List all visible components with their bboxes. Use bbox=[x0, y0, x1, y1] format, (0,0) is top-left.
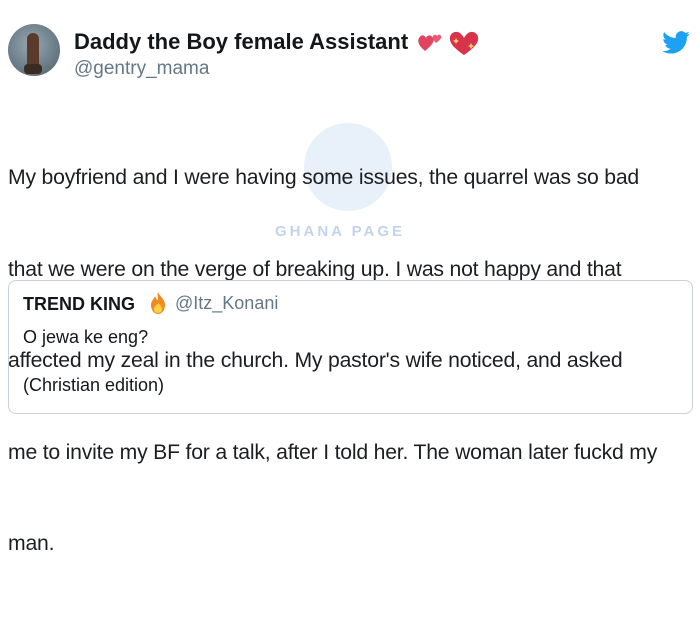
avatar-figure bbox=[27, 33, 39, 67]
tweet-card: Daddy the Boy female Assistant @gentry_m… bbox=[0, 0, 700, 555]
author-display-name[interactable]: Daddy the Boy female Assistant bbox=[74, 29, 408, 55]
quoted-author-name: TREND KING bbox=[23, 294, 135, 314]
quoted-tweet-card[interactable]: TREND KING @Itz_Konani O jewa ke eng? (C… bbox=[8, 280, 693, 414]
tweet-text-line: man. bbox=[8, 532, 55, 555]
author-handle[interactable]: @gentry_mama bbox=[74, 58, 209, 80]
twitter-bird-icon[interactable] bbox=[662, 31, 690, 54]
fire-icon bbox=[151, 292, 165, 314]
two-hearts-icon bbox=[418, 34, 442, 51]
tweet-text-line: me to invite my BF for a talk, after I t… bbox=[8, 440, 658, 464]
quoted-author-handle: @Itz_Konani bbox=[175, 293, 279, 313]
sparkling-heart-icon bbox=[449, 31, 479, 55]
avatar[interactable] bbox=[8, 24, 60, 76]
tweet-text-line: My boyfriend and I were having some issu… bbox=[8, 166, 640, 189]
avatar-figure-base bbox=[24, 64, 42, 74]
quoted-tweet-text: O jewa ke eng? bbox=[23, 327, 149, 347]
quoted-tweet-text: (Christian edition) bbox=[23, 375, 165, 395]
